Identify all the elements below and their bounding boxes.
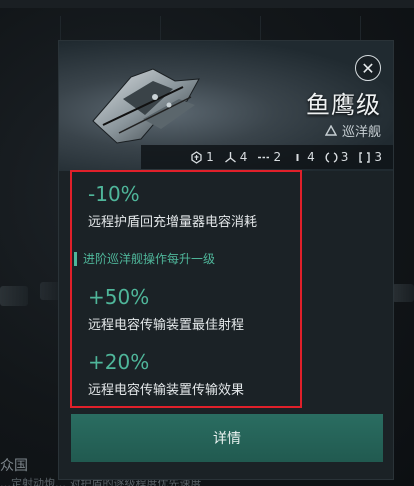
close-icon: ✕ xyxy=(361,58,375,78)
ship-class-label: 巡洋舰 xyxy=(341,125,381,140)
fitting-slots-bar: 1 4 2 4 3 3 xyxy=(141,145,393,169)
turret-slot: 1 xyxy=(185,150,219,164)
low-slot: 3 xyxy=(320,150,354,164)
low-slot-count: 3 xyxy=(340,150,349,164)
background-ship-thumbnail xyxy=(0,286,28,306)
turret-slot-count: 1 xyxy=(206,150,214,164)
ship-image xyxy=(92,68,200,144)
high-slot-count: 2 xyxy=(273,150,282,164)
background-ship-thumbnail xyxy=(392,284,414,302)
ship-header: ✕ 鱼鹰级 巡洋舰 1 4 2 4 3 3 xyxy=(59,41,393,171)
turret-hardpoint-icon xyxy=(191,150,202,164)
close-button[interactable]: ✕ xyxy=(355,55,381,81)
launcher-hardpoint-icon xyxy=(224,151,236,163)
highlight-box xyxy=(70,170,302,408)
mid-slot-icon xyxy=(296,153,299,161)
rig-slot-icon xyxy=(359,151,371,163)
screen: 众国 …定射动炮… 对护盾的逐级程度优先速度 ✕ 鱼鹰级 巡洋舰 1 4 2 4… xyxy=(0,0,414,486)
high-slot-icon xyxy=(258,156,270,158)
background-caption: 众国 xyxy=(0,458,28,474)
details-button[interactable]: 详情 xyxy=(71,414,383,462)
low-slot-icon xyxy=(325,151,338,163)
ship-class: 巡洋舰 xyxy=(324,121,381,140)
background-top-bar xyxy=(0,0,414,8)
high-slot: 2 xyxy=(252,150,286,164)
ship-name: 鱼鹰级 xyxy=(306,91,381,119)
cruiser-class-icon xyxy=(324,125,337,136)
launcher-slot-count: 4 xyxy=(239,150,248,164)
mid-slot-count: 4 xyxy=(307,150,315,164)
rig-slot-count: 3 xyxy=(374,150,382,164)
mid-slot: 4 xyxy=(286,150,320,164)
rig-slot: 3 xyxy=(353,150,387,164)
launcher-slot: 4 xyxy=(219,150,253,164)
